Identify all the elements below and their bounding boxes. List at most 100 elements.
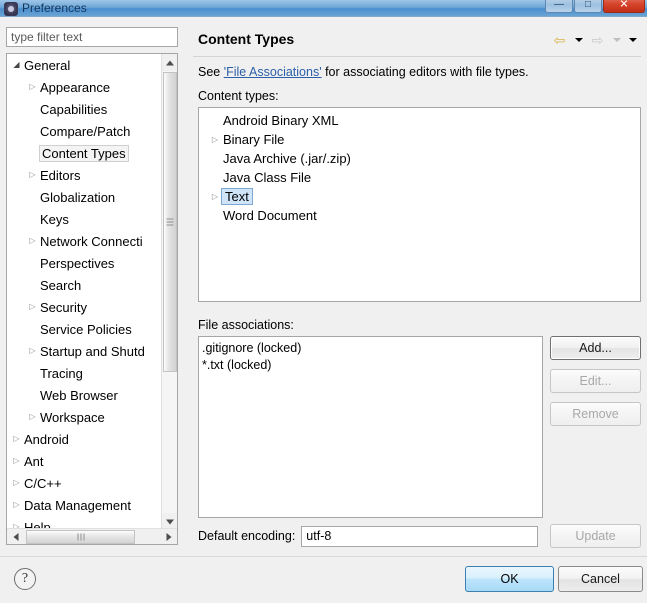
- triangle-right-icon[interactable]: ▷: [25, 413, 40, 421]
- content-type-row[interactable]: Java Class File: [199, 168, 640, 187]
- forward-dropdown-button[interactable]: [610, 31, 623, 48]
- file-association-row[interactable]: .gitignore (locked): [202, 340, 542, 357]
- sidebar-item-security[interactable]: ▷ Security: [7, 296, 163, 318]
- sidebar-item-web-browser[interactable]: Web Browser: [7, 384, 163, 406]
- sidebar-item-compare-patch[interactable]: Compare/Patch: [7, 120, 163, 142]
- content-type-row[interactable]: ▷ Text: [199, 187, 640, 206]
- sidebar-item-network-connecti[interactable]: ▷ Network Connecti: [7, 230, 163, 252]
- edit-button[interactable]: Edit...: [550, 369, 641, 393]
- sidebar-item-capabilities[interactable]: Capabilities: [7, 98, 163, 120]
- view-menu-icon: [628, 37, 637, 42]
- window-title: Preferences: [22, 1, 87, 15]
- close-button[interactable]: ✕: [603, 0, 645, 13]
- file-associations-link[interactable]: 'File Associations': [224, 65, 322, 79]
- update-button[interactable]: Update: [550, 524, 641, 548]
- maximize-icon: □: [584, 0, 592, 10]
- page-toolbar: ⇦ ⇨: [550, 31, 639, 48]
- sidebar-item-label: Startup and Shutd: [40, 343, 145, 359]
- file-associations-label: File associations:: [198, 318, 294, 332]
- horizontal-scroll-thumb[interactable]: [26, 530, 135, 544]
- scroll-right-button[interactable]: [160, 529, 177, 544]
- content-type-row[interactable]: Word Document: [199, 206, 640, 225]
- triangle-right-icon[interactable]: ▷: [207, 135, 223, 144]
- sidebar-item-label: Globalization: [40, 189, 116, 205]
- cancel-button[interactable]: Cancel: [558, 566, 643, 592]
- sidebar-item-label: Android: [24, 431, 69, 447]
- sidebar-item-workspace[interactable]: ▷ Workspace: [7, 406, 163, 428]
- sidebar-item-content-types[interactable]: Content Types: [7, 142, 163, 164]
- content-types-label: Content types:: [198, 89, 279, 103]
- sidebar-item-c-c[interactable]: ▷ C/C++: [7, 472, 163, 494]
- sidebar-item-editors[interactable]: ▷ Editors: [7, 164, 163, 186]
- sidebar-item-label: Capabilities: [40, 101, 108, 117]
- back-button[interactable]: ⇦: [550, 31, 569, 48]
- content-type-row[interactable]: Android Binary XML: [199, 111, 640, 130]
- window-title-bar: Preferences — □ ✕: [0, 0, 647, 17]
- scroll-grip-icon: [166, 218, 174, 226]
- sidebar-item-label: General: [24, 57, 71, 73]
- content-type-label: Word Document: [223, 208, 317, 223]
- page-title: Content Types: [198, 31, 295, 47]
- content-type-label: Java Class File: [223, 170, 312, 185]
- content-type-label: Android Binary XML: [223, 113, 339, 128]
- back-dropdown-button[interactable]: [572, 31, 585, 48]
- default-encoding-label: Default encoding:: [198, 529, 296, 543]
- sidebar-item-label: Web Browser: [40, 387, 118, 403]
- sidebar-item-label: Workspace: [40, 409, 105, 425]
- triangle-right-icon[interactable]: ▷: [25, 171, 40, 179]
- remove-button[interactable]: Remove: [550, 402, 641, 426]
- triangle-up-icon: [166, 60, 174, 65]
- forward-dropdown-icon: [612, 37, 621, 42]
- help-button[interactable]: ?: [14, 568, 36, 590]
- content-type-label: Text: [221, 188, 253, 205]
- triangle-right-icon[interactable]: ▷: [25, 83, 40, 91]
- view-menu-button[interactable]: [626, 31, 639, 48]
- content-type-row[interactable]: ▷ Binary File: [199, 130, 640, 149]
- triangle-right-icon[interactable]: ▷: [9, 457, 24, 465]
- preferences-page: Content Types ⇦ ⇨ See 'File Associations…: [193, 27, 641, 549]
- default-encoding-row: Default encoding: Update: [198, 524, 641, 548]
- vertical-scroll-thumb[interactable]: [163, 72, 177, 372]
- sidebar-item-general[interactable]: ◢ General: [7, 54, 163, 76]
- preferences-sidebar: ◢General▷AppearanceCapabilitiesCompare/P…: [6, 27, 186, 549]
- sidebar-item-keys[interactable]: Keys: [7, 208, 163, 230]
- filter-input[interactable]: [6, 27, 178, 47]
- forward-button[interactable]: ⇨: [588, 31, 607, 48]
- sidebar-item-search[interactable]: Search: [7, 274, 163, 296]
- sidebar-item-label: Appearance: [40, 79, 111, 95]
- content-type-row[interactable]: Java Archive (.jar/.zip): [199, 149, 640, 168]
- sidebar-item-appearance[interactable]: ▷ Appearance: [7, 76, 163, 98]
- sidebar-item-perspectives[interactable]: Perspectives: [7, 252, 163, 274]
- add-button[interactable]: Add...: [550, 336, 641, 360]
- sidebar-item-tracing[interactable]: Tracing: [7, 362, 163, 384]
- scroll-left-button[interactable]: [7, 529, 24, 544]
- triangle-right-icon[interactable]: ▷: [9, 435, 24, 443]
- triangle-right-icon[interactable]: ▷: [9, 479, 24, 487]
- sidebar-item-globalization[interactable]: Globalization: [7, 186, 163, 208]
- tree-horizontal-scrollbar[interactable]: [7, 528, 177, 544]
- sidebar-item-data-management[interactable]: ▷ Data Management: [7, 494, 163, 516]
- sidebar-item-service-policies[interactable]: Service Policies: [7, 318, 163, 340]
- preferences-dialog: Preferences — □ ✕ ◢General▷AppearanceCap…: [0, 0, 647, 603]
- triangle-right-icon[interactable]: ▷: [25, 303, 40, 311]
- triangle-down-icon[interactable]: ◢: [9, 61, 24, 69]
- tree-vertical-scrollbar[interactable]: [161, 54, 177, 530]
- triangle-right-icon[interactable]: ▷: [25, 237, 40, 245]
- minimize-button[interactable]: —: [545, 0, 573, 13]
- scroll-up-button[interactable]: [162, 54, 177, 71]
- content-types-list[interactable]: Android Binary XML ▷ Binary File Java Archi…: [198, 107, 641, 302]
- sidebar-item-android[interactable]: ▷ Android: [7, 428, 163, 450]
- default-encoding-input[interactable]: [301, 525, 539, 547]
- file-associations-list[interactable]: .gitignore (locked) *.txt (locked): [198, 336, 543, 518]
- sidebar-item-label: Tracing: [40, 365, 83, 381]
- sidebar-item-label: Search: [40, 277, 82, 293]
- sidebar-item-ant[interactable]: ▷ Ant: [7, 450, 163, 472]
- triangle-down-icon: [166, 519, 174, 524]
- sidebar-item-label: Keys: [40, 211, 69, 227]
- sidebar-item-startup-and-shutd[interactable]: ▷ Startup and Shutd: [7, 340, 163, 362]
- file-association-row[interactable]: *.txt (locked): [202, 357, 542, 374]
- triangle-right-icon[interactable]: ▷: [25, 347, 40, 355]
- ok-button[interactable]: OK: [465, 566, 554, 592]
- maximize-button[interactable]: □: [574, 0, 602, 13]
- triangle-right-icon[interactable]: ▷: [9, 501, 24, 509]
